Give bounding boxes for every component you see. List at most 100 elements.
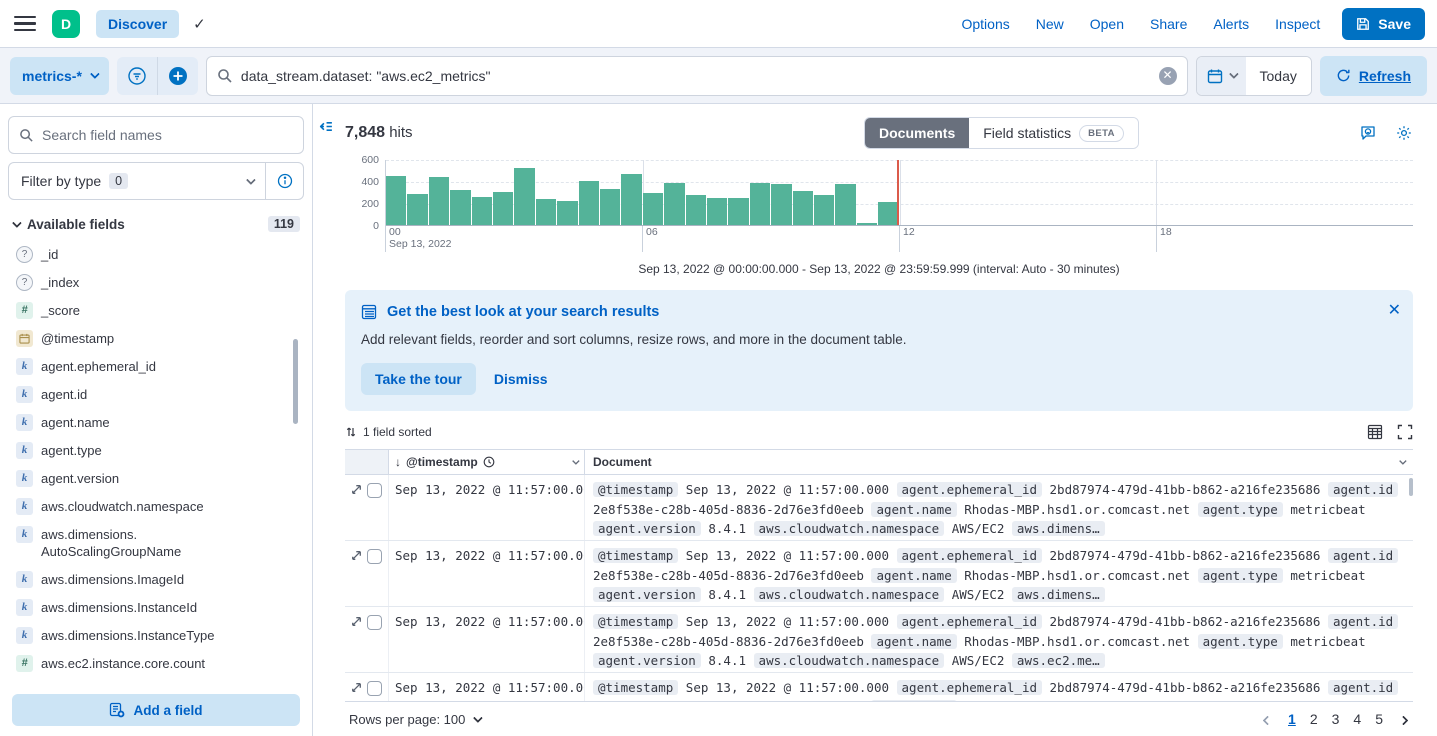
field-item[interactable]: #_score (12, 296, 304, 324)
histogram-bar[interactable] (600, 189, 620, 226)
next-page-button[interactable] (1394, 708, 1413, 731)
tab-documents[interactable]: Documents (865, 117, 969, 149)
nav-link-new[interactable]: New (1036, 16, 1064, 32)
field-filter-info-button[interactable] (265, 163, 303, 199)
field-item[interactable]: kaws.dimensions.ImageId (12, 565, 304, 593)
hamburger-menu-icon[interactable] (14, 16, 36, 32)
keyword-field-icon: k (16, 414, 33, 431)
histogram-bar[interactable] (557, 201, 577, 226)
dismiss-button[interactable]: Dismiss (494, 371, 548, 387)
expand-document-button[interactable] (350, 681, 363, 694)
collapse-sidebar-button[interactable] (317, 114, 341, 138)
previous-page-button[interactable] (1258, 708, 1277, 731)
refresh-button[interactable]: Refresh (1320, 56, 1427, 96)
chevron-down-icon (1228, 69, 1238, 79)
table-scrollbar-thumb[interactable] (1409, 478, 1413, 496)
histogram-bar[interactable] (835, 184, 855, 226)
field-item[interactable]: kagent.ephemeral_id (12, 352, 304, 380)
nav-link-alerts[interactable]: Alerts (1213, 16, 1249, 32)
field-item[interactable]: kaws.dimensions.InstanceType (12, 621, 304, 649)
histogram-bar[interactable] (386, 176, 406, 226)
field-item[interactable]: kaws.dimensions.AutoScalingGroupName (12, 520, 304, 565)
histogram-bar[interactable] (407, 194, 427, 226)
field-item[interactable]: @timestamp (12, 324, 304, 352)
field-item[interactable]: kagent.version (12, 464, 304, 492)
display-options-button[interactable] (1367, 424, 1383, 440)
column-menu-chevron-icon[interactable] (1399, 457, 1407, 465)
field-item[interactable]: kaws.dimensions.InstanceId (12, 593, 304, 621)
histogram-bar[interactable] (750, 183, 770, 226)
document-column-header[interactable]: Document (585, 450, 1413, 474)
histogram-bar[interactable] (514, 168, 534, 226)
histogram-bar[interactable] (728, 198, 748, 226)
histogram-plot-area[interactable] (385, 160, 1413, 226)
page-button-5[interactable]: 5 (1368, 709, 1390, 729)
histogram-bar[interactable] (450, 190, 470, 226)
timestamp-column-header[interactable]: ↓ @timestamp (389, 450, 585, 474)
field-item[interactable]: kagent.type (12, 436, 304, 464)
tab-field-statistics[interactable]: Field statistics BETA (969, 117, 1138, 149)
histogram-bar[interactable] (793, 191, 813, 226)
page-button-4[interactable]: 4 (1346, 709, 1368, 729)
chart-options-button[interactable] (1395, 124, 1413, 142)
field-item[interactable]: #aws.ec2.instance.core.count (12, 649, 304, 677)
date-picker-menu-button[interactable] (1197, 57, 1246, 95)
row-checkbox[interactable] (367, 615, 382, 630)
add-field-button[interactable]: Add a field (12, 694, 300, 726)
date-picker: Today (1196, 56, 1312, 96)
y-axis-tick-label: 600 (361, 154, 379, 166)
nav-link-options[interactable]: Options (961, 16, 1009, 32)
add-filter-button[interactable] (158, 57, 198, 95)
rows-per-page-button[interactable]: Rows per page: 100 (345, 712, 484, 727)
column-menu-chevron-icon[interactable] (572, 457, 580, 465)
data-view-picker[interactable]: metrics-* (10, 57, 109, 95)
row-checkbox[interactable] (367, 681, 382, 696)
sidebar-scrollbar-thumb[interactable] (293, 339, 298, 424)
field-item[interactable]: ?_id (12, 240, 304, 268)
histogram-bar[interactable] (472, 197, 492, 226)
page-button-1[interactable]: 1 (1281, 709, 1303, 729)
feedback-button[interactable] (1359, 124, 1377, 142)
nav-link-open[interactable]: Open (1090, 16, 1124, 32)
histogram-bar[interactable] (643, 193, 663, 226)
expand-document-button[interactable] (350, 483, 363, 496)
histogram-bar[interactable] (771, 184, 791, 226)
nav-link-share[interactable]: Share (1150, 16, 1187, 32)
row-checkbox[interactable] (367, 483, 382, 498)
histogram-bar[interactable] (536, 199, 556, 227)
histogram-bar[interactable] (493, 192, 513, 226)
histogram-bar[interactable] (686, 195, 706, 226)
histogram-bar[interactable] (814, 195, 834, 226)
fullscreen-button[interactable] (1397, 424, 1413, 440)
row-checkbox[interactable] (367, 549, 382, 564)
take-the-tour-button[interactable]: Take the tour (361, 363, 476, 395)
sort-fields-button[interactable]: 1 field sorted (345, 425, 432, 439)
histogram-bar[interactable] (707, 198, 727, 226)
expand-document-button[interactable] (350, 549, 363, 562)
save-button[interactable]: Save (1342, 8, 1425, 40)
histogram-bar[interactable] (579, 181, 599, 226)
field-item[interactable]: kagent.name (12, 408, 304, 436)
query-input[interactable] (241, 68, 1151, 84)
available-fields-header[interactable]: Available fields 119 (12, 216, 300, 232)
field-item[interactable]: kagent.id (12, 380, 304, 408)
page-button-2[interactable]: 2 (1303, 709, 1325, 729)
field-item[interactable]: kaws.cloudwatch.namespace (12, 492, 304, 520)
date-range-today-button[interactable]: Today (1246, 57, 1311, 95)
clear-query-icon[interactable]: ✕ (1159, 67, 1177, 85)
close-icon[interactable]: ✕ (1388, 300, 1401, 320)
breadcrumb-discover[interactable]: Discover (96, 10, 179, 38)
top-nav-links: Options New Open Share Alerts Inspect (961, 16, 1320, 32)
expand-document-button[interactable] (350, 615, 363, 628)
filter-by-type-dropdown[interactable]: Filter by type 0 (9, 163, 265, 199)
space-avatar[interactable]: D (52, 10, 80, 38)
histogram-bar[interactable] (429, 177, 449, 227)
nav-link-inspect[interactable]: Inspect (1275, 16, 1320, 32)
field-item[interactable]: ?_index (12, 268, 304, 296)
page-button-3[interactable]: 3 (1325, 709, 1347, 729)
field-search-input[interactable] (42, 127, 293, 143)
histogram-bar[interactable] (664, 183, 684, 226)
saved-query-menu-button[interactable] (117, 57, 157, 95)
histogram-bar[interactable] (878, 202, 898, 226)
histogram-bar[interactable] (621, 174, 641, 226)
